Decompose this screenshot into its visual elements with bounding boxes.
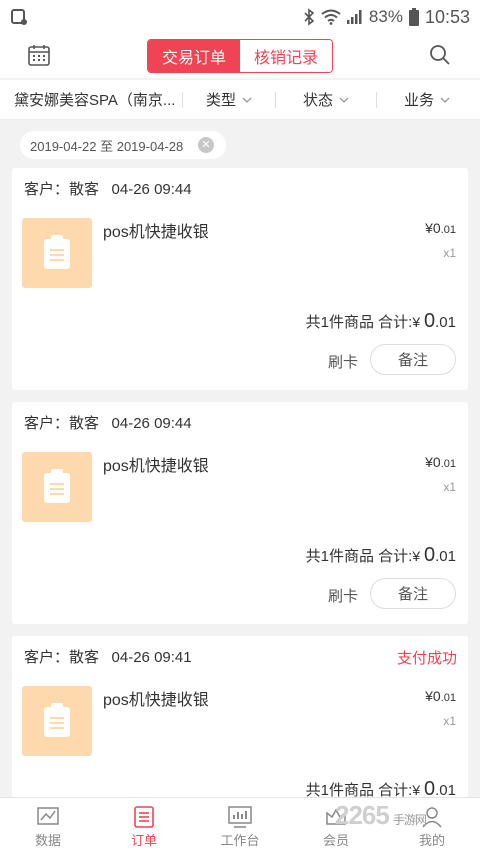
type-filter-label: 类型 xyxy=(205,92,236,109)
customer-label: 客户：散客 xyxy=(24,181,100,198)
clipboard-icon xyxy=(44,469,70,503)
chevron-down-icon xyxy=(339,97,349,103)
product-thumbnail xyxy=(22,218,92,288)
order-type-segment: 交易订单 核销记录 xyxy=(147,39,333,73)
battery-percent: 83% xyxy=(368,7,403,26)
tab-verification-records[interactable]: 核销记录 xyxy=(240,40,332,72)
total-decimal: .01 xyxy=(435,314,456,331)
price-decimal: .01 xyxy=(440,692,456,704)
price-integer: ¥0 xyxy=(425,454,441,470)
total-integer: 0 xyxy=(424,544,436,566)
clipboard-icon xyxy=(44,235,70,269)
header: 交易订单 核销记录 xyxy=(0,34,480,78)
product-thumbnail xyxy=(22,686,92,756)
status-filter-label: 状态 xyxy=(302,92,333,109)
product-quantity: x1 xyxy=(443,714,456,728)
payment-method: 刷卡 xyxy=(328,354,359,371)
status-right: 83% 10:53 xyxy=(303,7,470,28)
tab-trade-orders[interactable]: 交易订单 xyxy=(148,40,240,72)
order-header: 客户：散客 04-26 09:41 xyxy=(24,646,192,667)
product-thumbnail xyxy=(22,452,92,522)
business-filter-label: 业务 xyxy=(403,92,434,109)
order-total: 共1件商品 合计:¥ 0.01 xyxy=(306,310,456,333)
filter-bar: 黛安娜美容SPA（南京... 类型 状态 业务 xyxy=(0,80,480,120)
nav-label: 我的 xyxy=(418,833,445,848)
chevron-down-icon xyxy=(242,97,252,103)
clipboard-icon xyxy=(44,703,70,737)
order-icon xyxy=(134,806,154,828)
order-status: 支付成功 xyxy=(396,650,457,667)
product-price: ¥0.01 xyxy=(425,454,456,470)
total-integer: 0 xyxy=(424,310,436,332)
nav-item-data[interactable]: 数据 xyxy=(0,798,96,853)
order-time: 04-26 09:44 xyxy=(111,181,192,198)
nav-item-workbench[interactable]: 工作台 xyxy=(192,798,288,853)
watermark-logo: 2265 手游网 xyxy=(335,800,427,831)
note-button[interactable]: 备注 xyxy=(370,578,456,609)
clock: 10:53 xyxy=(424,6,470,27)
battery-icon xyxy=(408,8,419,26)
item-count: 共1件商品 合计: xyxy=(305,314,413,331)
calendar-icon[interactable] xyxy=(27,43,51,67)
wifi-icon xyxy=(321,9,341,25)
order-total: 共1件商品 合计:¥ 0.01 xyxy=(306,544,456,567)
order-card[interactable]: 客户：散客 04-26 09:44 pos机快捷收银 ¥0.01 x1 共1件商… xyxy=(12,402,468,624)
order-header: 客户：散客 04-26 09:44 xyxy=(24,178,192,199)
watermark-main: 2265 xyxy=(335,800,390,830)
price-integer: ¥0 xyxy=(425,220,441,236)
status-left xyxy=(10,8,28,26)
order-card[interactable]: 客户：散客 04-26 09:44 pos机快捷收银 ¥0.01 x1 共1件商… xyxy=(12,168,468,390)
total-currency: ¥ xyxy=(412,548,425,564)
nav-label: 会员 xyxy=(322,833,349,848)
product-name: pos机快捷收银 xyxy=(103,224,209,241)
watermark-sub: 手游网 xyxy=(392,813,427,827)
chevron-down-icon xyxy=(440,97,450,103)
status-filter[interactable]: 状态 xyxy=(276,89,376,110)
order-time: 04-26 09:41 xyxy=(111,649,192,666)
business-filter[interactable]: 业务 xyxy=(377,89,477,110)
nav-item-orders[interactable]: 订单 xyxy=(96,798,192,853)
clear-icon[interactable]: ✕ xyxy=(198,137,214,153)
product-name: pos机快捷收银 xyxy=(103,692,209,709)
notification-icon xyxy=(11,9,27,25)
product-price: ¥0.01 xyxy=(425,688,456,704)
store-filter[interactable]: 黛安娜美容SPA（南京... xyxy=(0,89,182,110)
total-currency: ¥ xyxy=(412,782,425,798)
total-currency: ¥ xyxy=(412,314,425,330)
customer-label: 客户：散客 xyxy=(24,649,100,666)
product-price: ¥0.01 xyxy=(425,220,456,236)
price-decimal: .01 xyxy=(440,224,456,236)
signal-icon xyxy=(346,10,362,24)
order-header: 客户：散客 04-26 09:44 xyxy=(24,412,192,433)
price-integer: ¥0 xyxy=(425,688,441,704)
date-range-chip[interactable]: 2019-04-22 至 2019-04-28 ✕ xyxy=(20,131,226,159)
item-count: 共1件商品 合计: xyxy=(305,548,413,565)
workbench-icon xyxy=(228,806,252,828)
product-name: pos机快捷收银 xyxy=(103,458,209,475)
customer-label: 客户：散客 xyxy=(24,415,100,432)
note-button[interactable]: 备注 xyxy=(370,344,456,375)
product-quantity: x1 xyxy=(443,480,456,494)
date-range-text: 2019-04-22 至 2019-04-28 xyxy=(30,138,184,154)
nav-label: 订单 xyxy=(130,833,157,848)
order-time: 04-26 09:44 xyxy=(111,415,192,432)
nav-label: 工作台 xyxy=(220,833,260,848)
status-bar: 83% 10:53 xyxy=(0,0,480,34)
chart-icon xyxy=(37,807,59,825)
total-decimal: .01 xyxy=(435,548,456,565)
search-icon[interactable] xyxy=(428,43,452,67)
product-quantity: x1 xyxy=(443,246,456,260)
nav-label: 数据 xyxy=(34,833,61,848)
price-decimal: .01 xyxy=(440,458,456,470)
payment-method: 刷卡 xyxy=(328,588,359,605)
type-filter[interactable]: 类型 xyxy=(183,89,275,110)
bluetooth-icon xyxy=(304,8,315,26)
